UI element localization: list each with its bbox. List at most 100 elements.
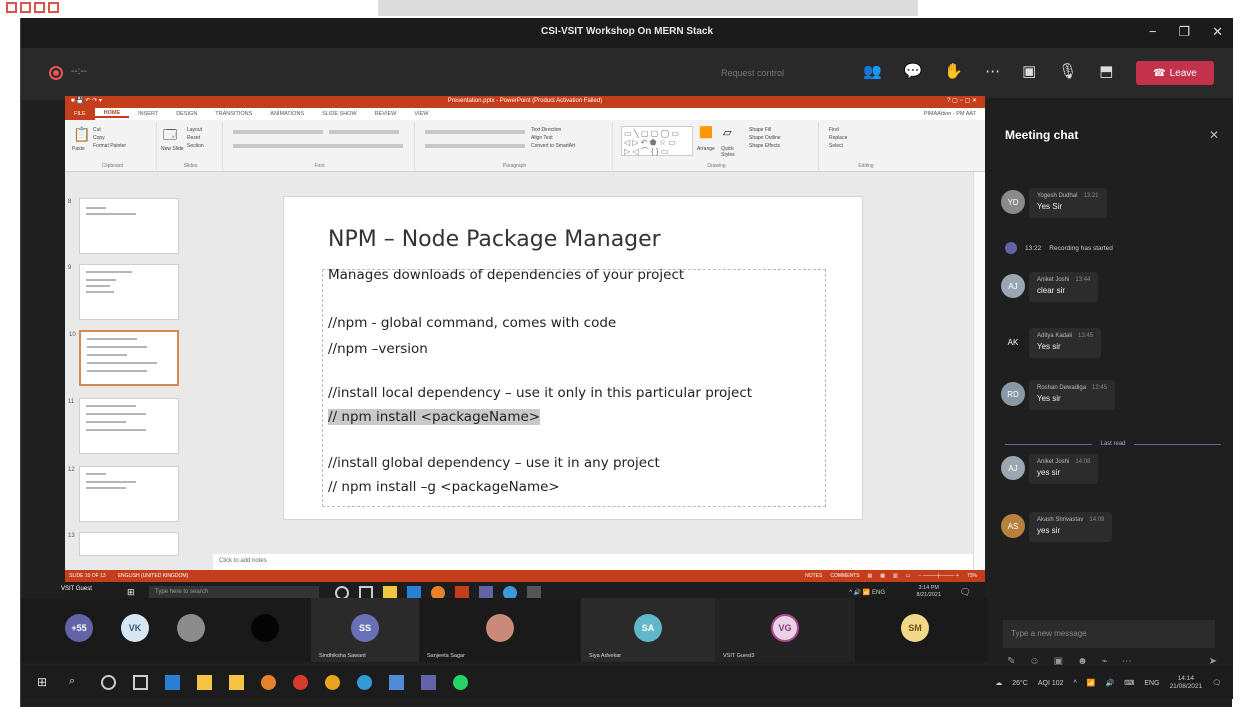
notes-button[interactable]: NOTES: [805, 573, 822, 579]
avatar[interactable]: RD: [1001, 382, 1025, 406]
message-bubble[interactable]: Akash Shrivastav 14:09 yes sir: [1029, 512, 1113, 542]
message-bubble[interactable]: Roshan Dewadiga 13:45 Yes sir: [1029, 380, 1116, 410]
tab-home[interactable]: HOME: [94, 110, 130, 118]
message-bubble[interactable]: Aniket Joshi 13:44 clear sir: [1029, 272, 1099, 302]
select-button[interactable]: Select: [829, 142, 847, 150]
firefox-icon[interactable]: [261, 675, 276, 690]
request-control-button[interactable]: Request control: [721, 68, 784, 78]
tab-slide-show[interactable]: SLIDE SHOW: [313, 111, 366, 117]
presenter-system-tray[interactable]: ^ 🔊 📶 ENG: [849, 589, 885, 596]
notifications-icon[interactable]: 🗨: [1212, 679, 1221, 687]
avatar[interactable]: AJ: [1001, 456, 1025, 480]
avatar[interactable]: AS: [1001, 514, 1025, 538]
normal-view-icon[interactable]: ▤: [868, 573, 873, 579]
align-text-button[interactable]: Align Text: [531, 134, 575, 142]
message-bubble[interactable]: Aniket Joshi 14:08 yes sir: [1029, 454, 1099, 484]
edge-icon[interactable]: [357, 675, 372, 690]
notifications-icon[interactable]: 🗨: [960, 587, 971, 598]
slide-thumbnail[interactable]: 9: [68, 264, 179, 320]
task-view-icon[interactable]: [133, 675, 148, 690]
notes-pane[interactable]: Click to add notes: [213, 554, 973, 570]
windows-start-icon[interactable]: ⊞: [37, 675, 52, 690]
shapes-gallery[interactable]: ▭ ╲ ▢ ▢ ◯ ▭ ◁ ▷ ↶ ⬟ ☆ ▭ ▷ ◁ ⌒ { } ▭: [621, 126, 693, 156]
app-icon[interactable]: [389, 675, 404, 690]
network-icon[interactable]: 📶: [1087, 679, 1096, 687]
shape-fill-button[interactable]: Shape Fill: [749, 126, 781, 134]
maximize-icon[interactable]: ❐: [1178, 24, 1190, 40]
compose-message-input[interactable]: Type a new message: [1003, 620, 1215, 648]
cut-button[interactable]: Cut: [93, 126, 126, 134]
arrange-button[interactable]: Arrange: [697, 146, 715, 152]
more-options-icon[interactable]: ⋯: [985, 62, 1000, 80]
slideshow-icon[interactable]: ▭: [906, 573, 911, 579]
format-painter-button[interactable]: Format Painter: [93, 142, 126, 150]
copy-button[interactable]: Copy: [93, 134, 126, 142]
comments-button[interactable]: COMMENTS: [830, 573, 859, 579]
participant-tile[interactable]: [163, 598, 219, 662]
tray-chevron-icon[interactable]: ^: [1074, 680, 1077, 687]
participant-tile[interactable]: [219, 598, 311, 662]
participant-tile[interactable]: SM: [855, 598, 975, 662]
zoom-slider[interactable]: − ────┼──── +: [918, 573, 959, 579]
tab-insert[interactable]: INSERT: [129, 111, 167, 117]
slide-sorter-icon[interactable]: ▦: [880, 573, 885, 579]
zoom-level[interactable]: 73%: [967, 573, 977, 579]
convert-smartart-button[interactable]: Convert to SmartArt: [531, 142, 575, 150]
avatar[interactable]: AK: [1001, 330, 1025, 354]
close-icon[interactable]: ✕: [1212, 24, 1223, 40]
keyboard-icon[interactable]: ⌨: [1124, 679, 1134, 687]
reactions-icon[interactable]: ✋: [944, 62, 963, 80]
chat-icon[interactable]: 💬: [904, 62, 923, 80]
avatar[interactable]: AJ: [1001, 274, 1025, 298]
section-button[interactable]: Section: [187, 142, 204, 150]
text-direction-button[interactable]: Text Direction: [531, 126, 575, 134]
weather-icon[interactable]: ☁: [995, 679, 1002, 687]
store-icon[interactable]: [197, 675, 212, 690]
participant-tile[interactable]: SS Sindhiksha Sawant: [311, 598, 419, 662]
user-account[interactable]: PIMAAttion - PM AAT: [915, 111, 985, 117]
slide-thumbnail[interactable]: 11: [68, 398, 179, 454]
system-clock[interactable]: 14:14 21/08/2021: [1170, 675, 1203, 691]
tab-file[interactable]: FILE: [65, 108, 95, 120]
paste-icon[interactable]: 📋: [73, 126, 90, 143]
camera-icon[interactable]: ▣: [1022, 62, 1036, 80]
whatsapp-icon[interactable]: [453, 675, 468, 690]
avatar[interactable]: YD: [1001, 190, 1025, 214]
new-slide-button[interactable]: New Slide: [161, 146, 185, 152]
slide-thumbnail[interactable]: 8: [68, 198, 179, 254]
slide-thumbnail[interactable]: 12: [68, 466, 179, 522]
close-chat-icon[interactable]: ✕: [1209, 128, 1219, 142]
file-explorer-icon[interactable]: [229, 675, 244, 690]
tab-transitions[interactable]: TRANSITIONS: [206, 111, 261, 117]
windows-start-icon[interactable]: ⊞: [127, 587, 135, 598]
teams-icon[interactable]: [421, 675, 436, 690]
participant-tile[interactable]: VG VSIT Guest3: [715, 598, 855, 662]
minimize-icon[interactable]: −: [1149, 24, 1157, 40]
layout-button[interactable]: Layout: [187, 126, 204, 134]
aqi-value[interactable]: AQI 102: [1038, 680, 1064, 687]
find-button[interactable]: Find: [829, 126, 847, 134]
quick-styles-button[interactable]: Quick Styles: [721, 146, 745, 158]
shape-outline-button[interactable]: Shape Outline: [749, 134, 781, 142]
reading-view-icon[interactable]: ▥: [893, 573, 898, 579]
slide-thumbnail[interactable]: 13: [68, 532, 179, 556]
share-screen-icon[interactable]: ⬒: [1099, 62, 1113, 80]
people-icon[interactable]: 👥: [863, 62, 882, 80]
microphone-icon[interactable]: 🎙: [1058, 62, 1077, 80]
reset-button[interactable]: Reset: [187, 134, 204, 142]
tab-view[interactable]: VIEW: [405, 111, 437, 117]
powerpoint-window-controls[interactable]: ? ▢ − ▢ ✕: [947, 97, 977, 104]
volume-icon[interactable]: 🔊: [1106, 679, 1115, 687]
cortana-icon[interactable]: [101, 675, 116, 690]
shape-effects-button[interactable]: Shape Effects: [749, 142, 781, 150]
leave-button[interactable]: ☎ Leave: [1136, 61, 1214, 85]
paste-button[interactable]: Paste: [72, 146, 85, 152]
slide-title[interactable]: NPM – Node Package Manager: [328, 227, 661, 252]
search-icon[interactable]: ⌕: [69, 675, 84, 690]
participant-tile[interactable]: Sanjeeta Sagar: [419, 598, 581, 662]
participant-tile[interactable]: +55: [51, 598, 107, 662]
slide-thumbnail-selected[interactable]: 10: [69, 330, 179, 386]
participant-tile[interactable]: VK: [107, 598, 163, 662]
mail-icon[interactable]: [165, 675, 180, 690]
message-bubble[interactable]: Aditya Kadali 13:45 Yes sir: [1029, 328, 1102, 358]
